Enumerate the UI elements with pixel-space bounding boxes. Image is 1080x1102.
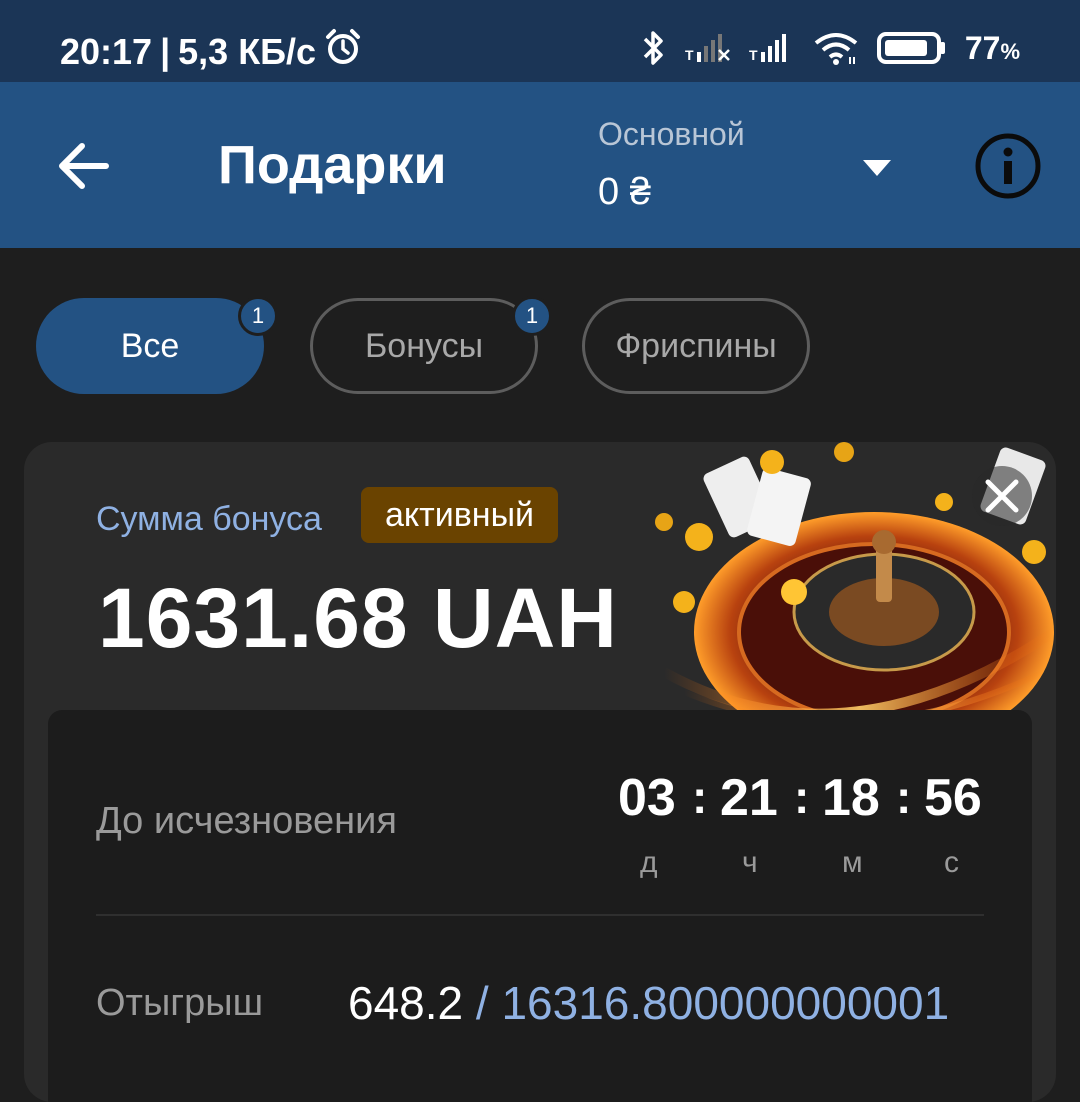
- alarm-icon: [324, 28, 362, 75]
- tab-label: Все: [120, 326, 180, 365]
- close-icon: [985, 479, 1019, 513]
- signal-icon: T: [749, 32, 795, 64]
- tab-label: Фриспины: [615, 326, 777, 365]
- countdown-timer: 03 : 21 : 18 : 56 д ч м с: [618, 768, 988, 879]
- account-label: Основной: [598, 116, 745, 152]
- wager-value: 648.2 / 16316.800000000001: [348, 976, 949, 1030]
- account-selector[interactable]: Основной 0 ₴: [598, 116, 745, 214]
- timer-unit-hours: ч: [742, 846, 758, 879]
- wager-progress: 648.2: [348, 977, 464, 1029]
- timer-seconds: 56: [924, 769, 982, 827]
- timer-hours: 21: [720, 769, 778, 827]
- timer-separator: :: [794, 771, 810, 823]
- back-arrow-icon: [59, 143, 109, 189]
- battery-level: 77%: [964, 29, 1020, 66]
- tab-bonuses-count-badge: 1: [512, 296, 552, 336]
- account-balance: 0 ₴: [598, 171, 651, 213]
- info-button[interactable]: [974, 132, 1042, 200]
- dropdown-arrow-icon[interactable]: [862, 158, 892, 178]
- info-icon: [975, 133, 1041, 199]
- timer-unit-days: д: [640, 846, 658, 879]
- status-bar-left: 20:17 | 5,3 КБ/с: [60, 28, 362, 75]
- timer-unit-minutes: м: [842, 846, 863, 879]
- bonus-card: Сумма бонуса активный 1631.68 UAH До исч…: [24, 442, 1056, 1102]
- wager-total: 16316.800000000001: [501, 977, 950, 1029]
- network-speed: 5,3 КБ/с: [178, 30, 317, 72]
- status-time: 20:17: [60, 30, 153, 72]
- tab-freespins[interactable]: Фриспины: [582, 298, 810, 394]
- timer-unit-seconds: с: [944, 846, 959, 879]
- back-button[interactable]: [52, 134, 116, 198]
- timer-separator: :: [692, 771, 708, 823]
- status-bar: 20:17 | 5,3 КБ/с T T 77%: [0, 0, 1080, 82]
- tab-all-count-badge: 1: [238, 296, 278, 336]
- tab-all[interactable]: Все: [36, 298, 264, 394]
- signal-icon: T: [685, 32, 731, 64]
- svg-text:T: T: [685, 47, 694, 63]
- page-title: Подарки: [218, 135, 447, 195]
- timer-separator: :: [896, 771, 912, 823]
- status-badge: активный: [361, 487, 558, 543]
- divider: [96, 914, 984, 916]
- wifi-icon: [813, 31, 859, 65]
- timer-minutes: 18: [822, 769, 880, 827]
- app-bar: Подарки Основной 0 ₴: [0, 82, 1080, 248]
- bonus-amount: 1631.68 UAH: [98, 571, 618, 665]
- svg-text:T: T: [749, 47, 758, 63]
- status-bar-right: T T 77%: [641, 28, 1020, 68]
- bluetooth-icon: [641, 28, 667, 68]
- timer-days: 03: [618, 769, 676, 827]
- wager-separator: /: [475, 977, 489, 1029]
- tab-bonuses[interactable]: Бонусы: [310, 298, 538, 394]
- status-divider: |: [160, 30, 171, 72]
- wager-label: Отыгрыш: [96, 982, 264, 1024]
- tab-label: Бонусы: [364, 326, 484, 365]
- expire-label: До исчезновения: [96, 800, 397, 842]
- close-button[interactable]: [972, 466, 1032, 526]
- battery-icon: [876, 31, 947, 65]
- bonus-amount-label: Сумма бонуса: [96, 500, 322, 538]
- bonus-details: До исчезновения 03 : 21 : 18 : 56 д ч м …: [48, 710, 1032, 1102]
